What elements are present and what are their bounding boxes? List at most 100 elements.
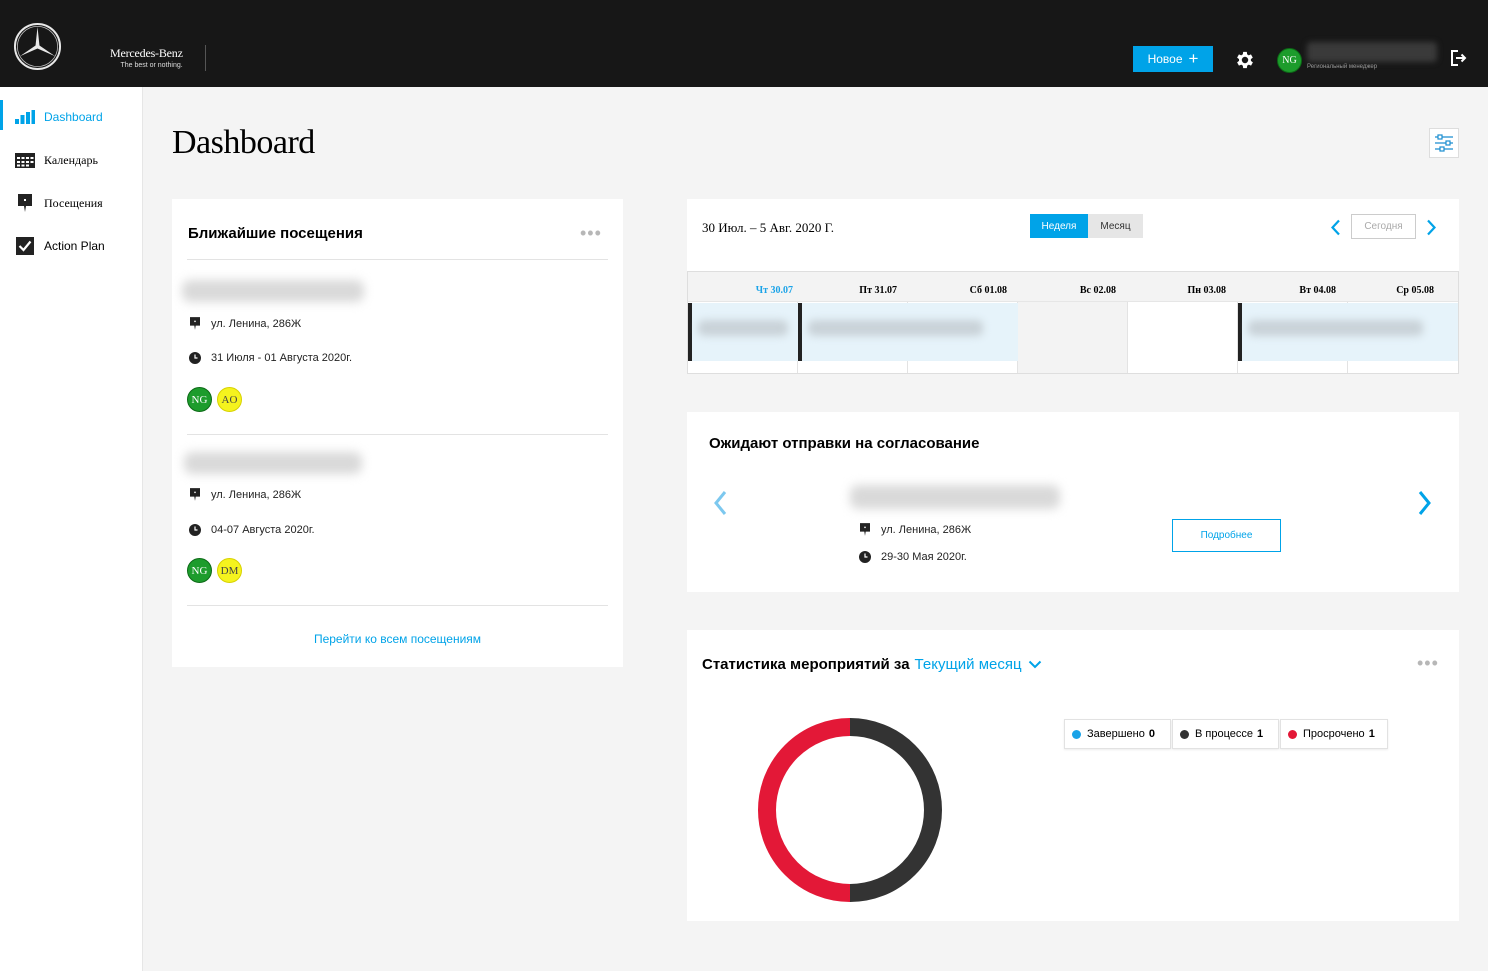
- visit-name-blurred[interactable]: [182, 280, 364, 302]
- upcoming-visits-card: Ближайшие посещения ••• ул. Ленина, 286Ж…: [172, 199, 623, 667]
- participant-avatar[interactable]: NG: [187, 387, 212, 412]
- visit-name-blurred[interactable]: [184, 452, 362, 474]
- logout-icon[interactable]: [1449, 49, 1467, 67]
- new-button[interactable]: Новое +: [1133, 46, 1213, 72]
- event-title-blurred: [698, 320, 788, 336]
- divider: [187, 259, 608, 260]
- visit-address: ул. Ленина, 286Ж: [188, 317, 301, 330]
- week-calendar-card: 30 Июл. – 5 Авг. 2020 Г. Неделя Месяц Се…: [687, 199, 1459, 374]
- calendar-event[interactable]: [1238, 303, 1458, 361]
- sidebar-item-calendar[interactable]: Календарь: [0, 143, 143, 177]
- today-button[interactable]: Сегодня: [1351, 214, 1416, 239]
- view-week-button[interactable]: Неделя: [1030, 214, 1088, 238]
- day-label: Вт 04.08: [1299, 285, 1336, 296]
- event-title-blurred: [808, 320, 983, 336]
- event-marker: [688, 303, 692, 361]
- legend-count: 1: [1257, 728, 1264, 740]
- event-marker: [1238, 303, 1242, 361]
- legend-item-done[interactable]: Завершено 0: [1064, 719, 1171, 749]
- chevron-left-icon[interactable]: [1330, 219, 1342, 236]
- day-label: Пн 03.08: [1187, 285, 1226, 296]
- stats-title-prefix: Статистика мероприятий за: [702, 656, 910, 673]
- sidebar: Dashboard Календарь Посещения Action Pla…: [0, 87, 143, 971]
- divider: [187, 434, 608, 435]
- event-marker: [798, 303, 802, 361]
- chevron-left-icon[interactable]: [713, 490, 729, 516]
- visit-dates-text: 29-30 Мая 2020г.: [881, 550, 967, 563]
- card-title: Ближайшие посещения: [188, 225, 363, 242]
- day-label: Ср 05.08: [1396, 285, 1434, 296]
- visit-dates: 31 Июля - 01 Августа 2020г.: [188, 351, 352, 364]
- calendar-icon: [15, 150, 35, 170]
- plus-icon: +: [1188, 49, 1199, 68]
- day-column[interactable]: [1128, 302, 1238, 373]
- visit-name-blurred[interactable]: [850, 485, 1060, 509]
- clock-icon: [188, 523, 201, 536]
- sidebar-item-label: Календарь: [44, 152, 98, 167]
- new-button-label: Новое: [1147, 52, 1183, 66]
- sidebar-item-visits[interactable]: Посещения: [0, 186, 143, 220]
- sidebar-item-label: Посещения: [44, 195, 103, 210]
- day-label: Пт 31.07: [859, 285, 897, 296]
- bar-chart-icon: [15, 107, 35, 127]
- legend-count: 0: [1148, 728, 1155, 740]
- clock-icon: [188, 351, 201, 364]
- legend-label: Завершено: [1087, 728, 1145, 740]
- visit-address: ул. Ленина, 286Ж: [188, 488, 301, 501]
- calendar-event[interactable]: [688, 303, 798, 361]
- day-label: Сб 01.08: [969, 285, 1007, 296]
- legend-dot: [1288, 729, 1297, 739]
- calendar-range: 30 Июл. – 5 Авг. 2020 Г.: [702, 220, 834, 235]
- participant-avatar[interactable]: NG: [187, 558, 212, 583]
- calendar-grid: Чт 30.07 Пт 31.07 Сб 01.08 Вс 02.08 Пн 0…: [687, 271, 1459, 374]
- chevron-right-icon[interactable]: [1416, 490, 1432, 516]
- period-value: Текущий месяц: [914, 656, 1022, 673]
- pending-approval-card: Ожидают отправки на согласование ул. Лен…: [687, 412, 1459, 592]
- all-visits-link[interactable]: Перейти ко всем посещениям: [172, 632, 623, 646]
- legend-label: В процессе: [1195, 728, 1253, 740]
- donut-segment-overdue: [758, 718, 851, 902]
- gear-icon[interactable]: [1234, 49, 1256, 71]
- legend-count: 1: [1368, 728, 1375, 740]
- divider: [187, 605, 608, 606]
- brand-divider: [205, 45, 206, 71]
- participant-avatar[interactable]: AO: [217, 387, 242, 412]
- sidebar-item-action-plan[interactable]: Action Plan: [0, 229, 143, 263]
- visit-dates-text: 31 Июля - 01 Августа 2020г.: [211, 351, 353, 364]
- mercedes-star-icon[interactable]: [13, 22, 62, 71]
- visit-address-text: ул. Ленина, 286Ж: [211, 488, 302, 501]
- sidebar-item-label: Action Plan: [44, 239, 105, 253]
- user-role: Региональный менеджер: [1307, 64, 1378, 70]
- view-month-button[interactable]: Месяц: [1088, 214, 1143, 238]
- events-stats-card: Статистика мероприятий за Текущий месяц …: [687, 630, 1459, 921]
- brand-tagline: The best or nothing.: [120, 62, 183, 69]
- day-label: Чт 30.07: [755, 285, 793, 296]
- sidebar-item-dashboard[interactable]: Dashboard: [0, 100, 143, 134]
- filter-icon: [1435, 134, 1453, 152]
- checkbox-icon: [15, 236, 35, 256]
- page-title: Dashboard: [172, 124, 315, 161]
- legend-label: Просрочено: [1303, 728, 1365, 740]
- more-dots-icon[interactable]: •••: [580, 224, 602, 242]
- participant-avatar[interactable]: DM: [217, 558, 242, 583]
- details-button[interactable]: Подробнее: [1172, 519, 1281, 552]
- more-dots-icon[interactable]: •••: [1417, 654, 1439, 672]
- user-avatar[interactable]: NG: [1277, 48, 1302, 73]
- filter-button[interactable]: [1429, 128, 1459, 158]
- day-column[interactable]: [1018, 302, 1128, 373]
- status-donut-chart: [758, 718, 942, 902]
- chevron-right-icon[interactable]: [1425, 219, 1437, 236]
- stats-title: Статистика мероприятий за Текущий месяц: [702, 656, 1042, 673]
- clock-icon: [858, 550, 871, 563]
- visit-dates: 04-07 Августа 2020г.: [188, 523, 315, 536]
- legend-item-in-progress[interactable]: В процессе 1: [1172, 719, 1279, 749]
- period-dropdown[interactable]: Текущий месяц: [915, 656, 1042, 673]
- event-title-blurred: [1248, 320, 1423, 336]
- calendar-event[interactable]: [798, 303, 1018, 361]
- brand-name: Mercedes-Benz: [110, 46, 183, 60]
- calendar-header-row: Чт 30.07 Пт 31.07 Сб 01.08 Вс 02.08 Пн 0…: [688, 272, 1458, 302]
- map-pin-icon: [188, 317, 201, 330]
- card-title: Ожидают отправки на согласование: [709, 435, 980, 452]
- visit-address: ул. Ленина, 286Ж: [858, 523, 971, 536]
- legend-item-overdue[interactable]: Просрочено 1: [1280, 719, 1388, 749]
